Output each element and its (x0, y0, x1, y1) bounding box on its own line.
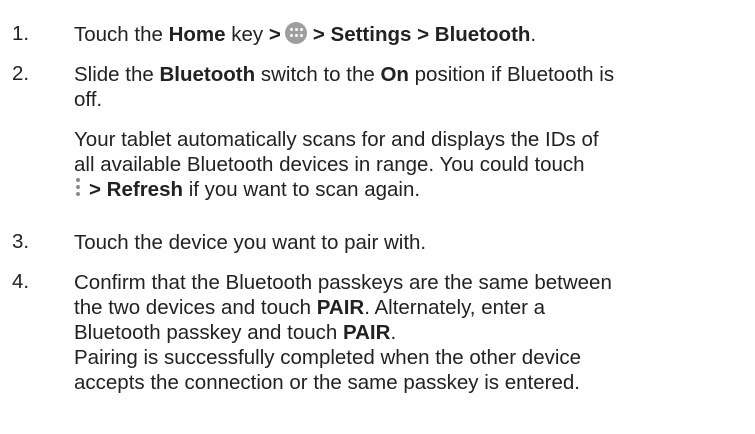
text-run: . Alternately, enter a (364, 296, 546, 319)
text-run: Bluetooth passkey and touch (74, 321, 343, 344)
step-4-line-5: accepts the connection or the same passk… (74, 371, 580, 394)
text-run: Slide the (74, 63, 160, 86)
text-run: . (530, 23, 537, 46)
step-4-line-1: Confirm that the Bluetooth passkeys are … (74, 271, 612, 294)
step-text: Slide the Bluetooth switch to the On pos… (74, 62, 744, 202)
step-number: 4. (12, 270, 30, 293)
step-text: Touch the Home key > > Settings > Bluetoo… (74, 22, 744, 47)
arrow-separator: > (411, 23, 430, 46)
bluetooth-label: Bluetooth (159, 63, 256, 86)
step-2-line-1: Slide the Bluetooth switch to the On pos… (74, 62, 744, 87)
text-run: if you want to scan again. (183, 178, 421, 201)
on-label: On (380, 63, 409, 86)
step-number: 2. (12, 62, 30, 85)
step-2-note-line-1: Your tablet automatically scans for and … (74, 128, 599, 151)
text-run: the two devices and touch (74, 296, 317, 319)
arrow-separator: > (268, 23, 281, 46)
step-number: 3. (12, 230, 30, 253)
bluetooth-label: Bluetooth (429, 23, 531, 46)
arrow-separator: > (312, 23, 325, 46)
settings-label: Settings (324, 23, 412, 46)
step-text: Confirm that the Bluetooth passkeys are … (74, 270, 744, 395)
refresh-label: > Refresh (89, 178, 184, 201)
step-4-line-4: Pairing is successfully completed when t… (74, 346, 582, 369)
text-run: position if Bluetooth is (408, 63, 615, 86)
pair-label: PAIR (316, 296, 365, 319)
more-options-icon (75, 178, 81, 198)
step-4-line-2: the two devices and touch PAIR. Alternat… (74, 295, 744, 320)
home-key-label: Home (168, 23, 226, 46)
step-2-note-line-2: all available Bluetooth devices in range… (74, 153, 585, 176)
step-3-line: Touch the device you want to pair with. (74, 231, 427, 254)
step-4-line-3: Bluetooth passkey and touch PAIR. (74, 320, 744, 345)
text-run: key (225, 23, 269, 46)
step-text: Touch the device you want to pair with. (74, 230, 744, 255)
apps-grid-icon (284, 22, 307, 44)
step-2-note-line-3: > Refresh if you want to scan again. (74, 177, 744, 202)
text-run: Touch the (74, 23, 169, 46)
step-2-line-2: off. (74, 88, 103, 111)
step-1-line: Touch the Home key > > Settings > Bluetoo… (74, 22, 744, 47)
step-number: 1. (12, 22, 30, 45)
text-run: . (390, 321, 397, 344)
pair-label: PAIR (342, 321, 391, 344)
text-run: switch to the (255, 63, 381, 86)
instruction-page: 1. Touch the Home key > > Settings > Blue… (0, 0, 755, 434)
